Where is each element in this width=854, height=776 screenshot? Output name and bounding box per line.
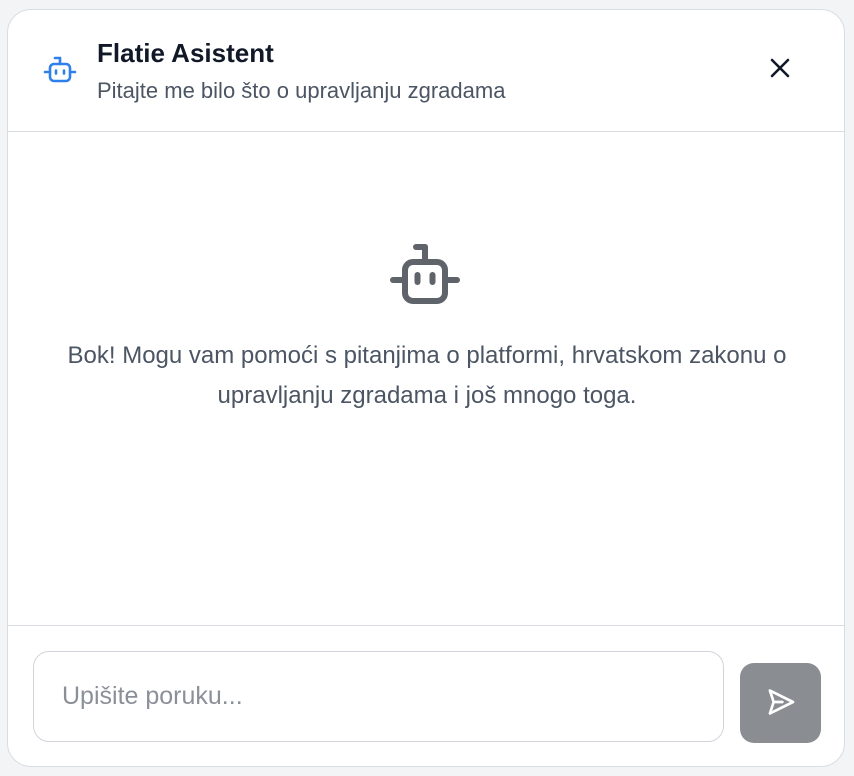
send-icon [765,686,797,721]
bot-icon [385,236,465,306]
chat-messages-area: Bok! Mogu vam pomoći s pitanjima o platf… [8,132,844,625]
chat-panel: Flatie Asistent Pitajte me bilo što o up… [7,9,845,767]
message-input[interactable] [33,651,724,742]
chat-subtitle: Pitajte me bilo što o upravljanju zgrada… [97,78,506,103]
close-icon [768,56,792,85]
chat-title: Flatie Asistent [97,38,274,68]
bot-icon [42,54,78,90]
send-button[interactable] [740,663,821,743]
welcome-message: Bok! Mogu vam pomoći s pitanjima o platf… [67,342,787,409]
chat-header: Flatie Asistent Pitajte me bilo što o up… [8,10,844,132]
close-button[interactable] [760,50,800,90]
chat-composer [8,625,844,766]
